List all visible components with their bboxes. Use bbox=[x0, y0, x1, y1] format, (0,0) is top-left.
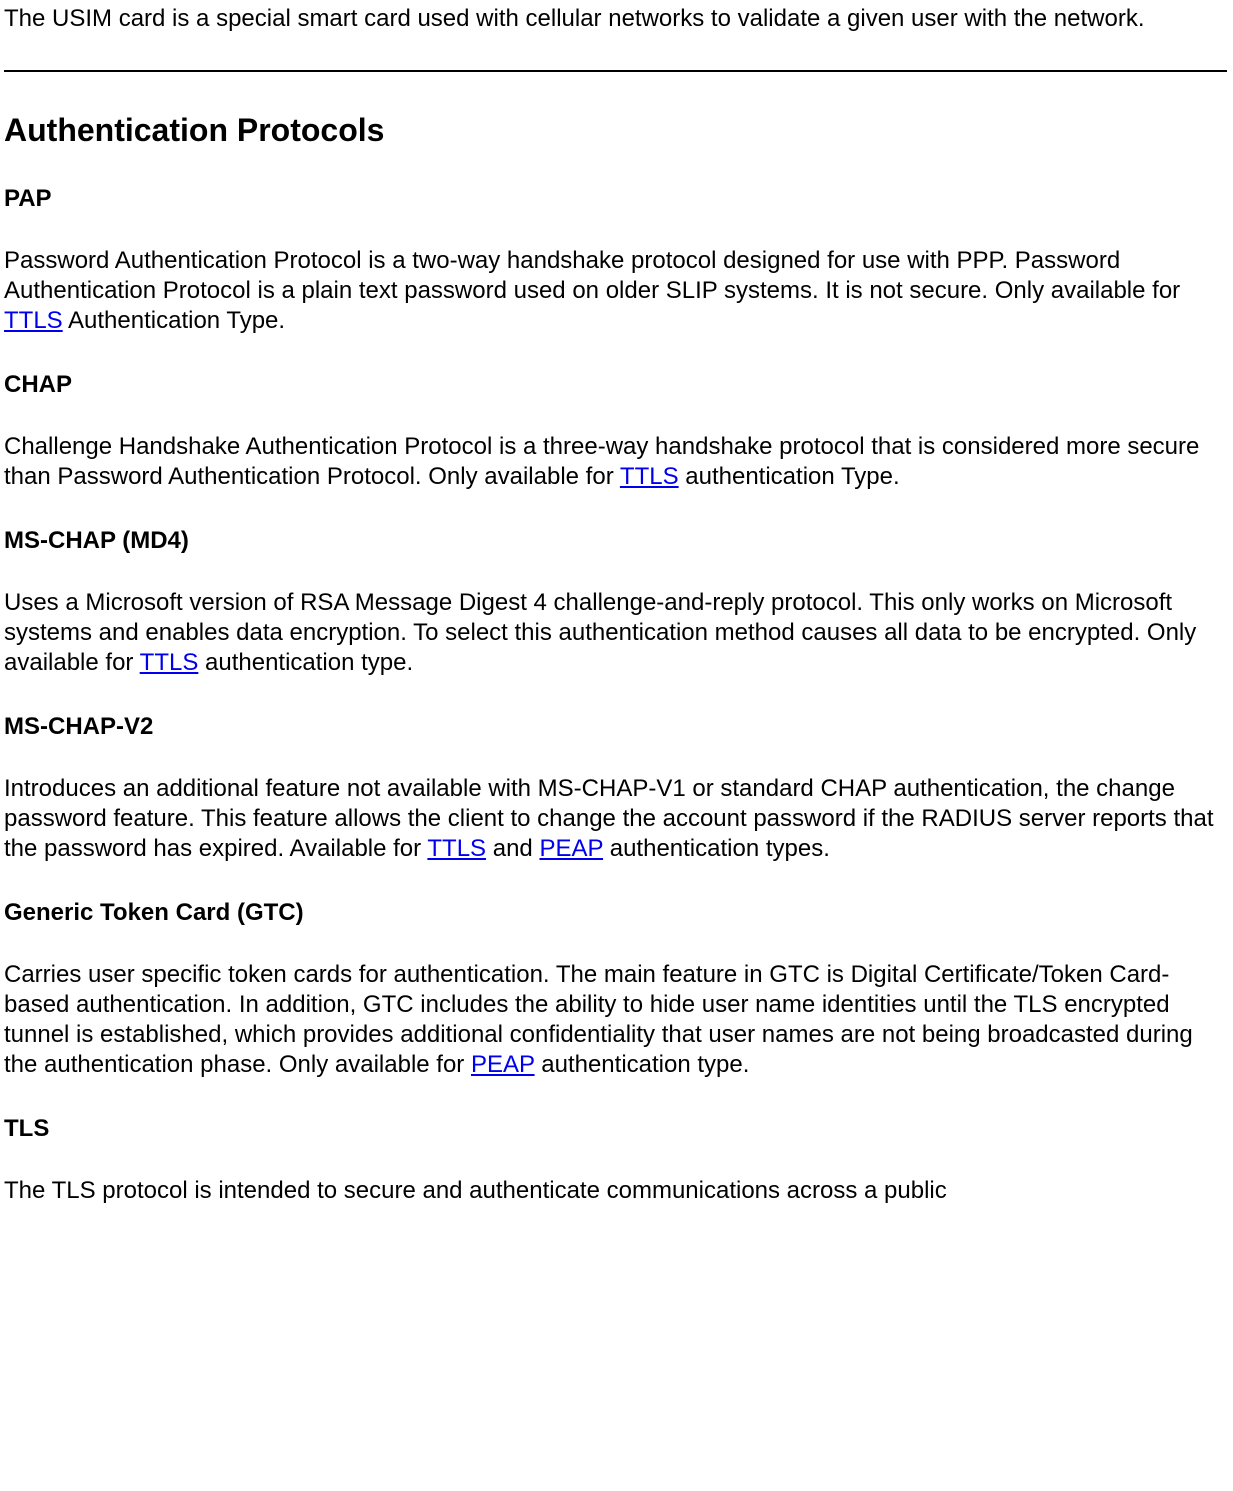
section-chap: CHAP Challenge Handshake Authentication … bbox=[4, 370, 1227, 492]
paragraph-gtc: Carries user specific token cards for au… bbox=[4, 960, 1227, 1080]
section-mschap-md4: MS-CHAP (MD4) Uses a Microsoft version o… bbox=[4, 526, 1227, 678]
heading-pap: PAP bbox=[4, 184, 1227, 214]
heading-mschap-md4: MS-CHAP (MD4) bbox=[4, 526, 1227, 556]
text-mschap-v2-3: authentication types. bbox=[603, 835, 830, 862]
link-peap[interactable]: PEAP bbox=[539, 835, 603, 862]
link-ttls[interactable]: TTLS bbox=[620, 463, 679, 490]
paragraph-mschap-md4: Uses a Microsoft version of RSA Message … bbox=[4, 588, 1227, 678]
heading-chap: CHAP bbox=[4, 370, 1227, 400]
section-pap: PAP Password Authentication Protocol is … bbox=[4, 184, 1227, 336]
text-mschap-v2-2: and bbox=[486, 835, 539, 862]
link-peap[interactable]: PEAP bbox=[471, 1051, 535, 1078]
text-chap-2: authentication Type. bbox=[679, 463, 900, 490]
text-tls-1: The TLS protocol is intended to secure a… bbox=[4, 1177, 947, 1204]
separator-rule bbox=[4, 70, 1227, 72]
section-gtc: Generic Token Card (GTC) Carries user sp… bbox=[4, 898, 1227, 1080]
link-ttls[interactable]: TTLS bbox=[4, 307, 63, 334]
paragraph-pap: Password Authentication Protocol is a tw… bbox=[4, 246, 1227, 336]
link-ttls[interactable]: TTLS bbox=[427, 835, 486, 862]
heading-mschap-v2: MS-CHAP-V2 bbox=[4, 712, 1227, 742]
text-pap-1: Password Authentication Protocol is a tw… bbox=[4, 247, 1180, 304]
paragraph-chap: Challenge Handshake Authentication Proto… bbox=[4, 432, 1227, 492]
section-tls: TLS The TLS protocol is intended to secu… bbox=[4, 1114, 1227, 1206]
text-chap-1: Challenge Handshake Authentication Proto… bbox=[4, 433, 1199, 490]
section-heading-auth-protocols: Authentication Protocols bbox=[4, 110, 1227, 150]
text-gtc-2: authentication type. bbox=[535, 1051, 750, 1078]
heading-tls: TLS bbox=[4, 1114, 1227, 1144]
paragraph-tls: The TLS protocol is intended to secure a… bbox=[4, 1176, 1227, 1206]
text-pap-2: Authentication Type. bbox=[63, 307, 285, 334]
section-mschap-v2: MS-CHAP-V2 Introduces an additional feat… bbox=[4, 712, 1227, 864]
intro-paragraph: The USIM card is a special smart card us… bbox=[4, 4, 1227, 34]
link-ttls[interactable]: TTLS bbox=[140, 649, 199, 676]
paragraph-mschap-v2: Introduces an additional feature not ava… bbox=[4, 774, 1227, 864]
heading-gtc: Generic Token Card (GTC) bbox=[4, 898, 1227, 928]
text-mschap-md4-2: authentication type. bbox=[198, 649, 413, 676]
